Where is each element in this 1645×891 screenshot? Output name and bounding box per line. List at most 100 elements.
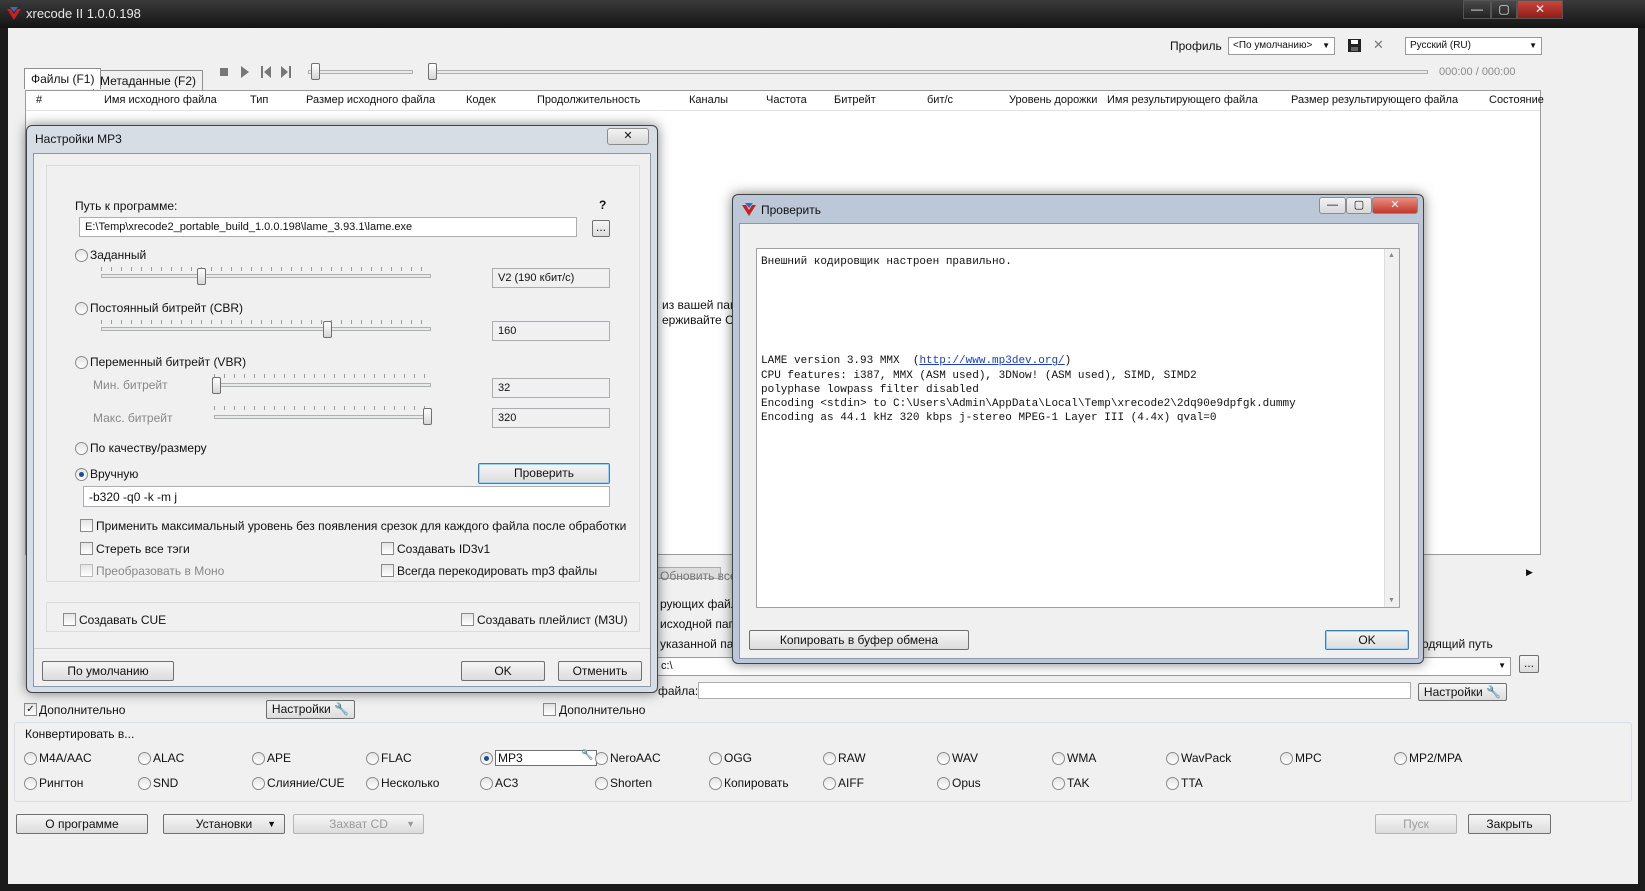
format-radio[interactable]: [366, 752, 379, 765]
program-path-input[interactable]: E:\Temp\xrecode2_portable_build_1.0.0.19…: [79, 217, 577, 237]
browse-program-button[interactable]: ...: [592, 220, 610, 237]
cbr-slider[interactable]: [101, 327, 431, 331]
format-radio[interactable]: [252, 752, 265, 765]
format-radio[interactable]: [709, 752, 722, 765]
copy-to-clipboard-button[interactable]: Копировать в буфер обмена: [749, 630, 969, 650]
col-header-channels[interactable]: Каналы: [689, 94, 728, 106]
format-radio[interactable]: [138, 777, 151, 790]
prev-icon[interactable]: [261, 66, 271, 78]
preset-radio[interactable]: [75, 249, 88, 262]
manual-radio[interactable]: [75, 468, 88, 481]
tab-files[interactable]: Файлы (F1): [24, 68, 102, 89]
play-icon[interactable]: [241, 66, 249, 78]
close-icon[interactable]: ✕: [1517, 0, 1563, 19]
vbr-max-slider-thumb[interactable]: [423, 408, 432, 425]
about-button[interactable]: О программе: [16, 814, 148, 834]
format-radio[interactable]: [1166, 777, 1179, 790]
seek-slider[interactable]: [428, 70, 1428, 74]
start-button[interactable]: Пуск: [1375, 814, 1457, 834]
save-profile-icon[interactable]: [1348, 39, 1361, 52]
col-header-result-name[interactable]: Имя результирующего файла: [1107, 94, 1258, 106]
manual-params-input[interactable]: -b320 -q0 -k -m j: [83, 486, 610, 507]
setup-button[interactable]: Установки ▼: [163, 814, 285, 834]
format-radio[interactable]: [709, 777, 722, 790]
vbr-max-slider[interactable]: [214, 415, 431, 419]
col-header-bps[interactable]: бит/с: [927, 94, 953, 106]
format-radio[interactable]: [1280, 752, 1293, 765]
close-icon[interactable]: ✕: [607, 128, 649, 145]
lame-homepage-link[interactable]: http://www.mp3dev.org/: [919, 355, 1064, 367]
col-header-frequency[interactable]: Частота: [766, 94, 807, 106]
cbr-radio[interactable]: [75, 302, 88, 315]
help-icon[interactable]: ?: [599, 198, 606, 212]
language-select[interactable]: Русский (RU) ▼: [1405, 37, 1542, 55]
scroll-up-icon[interactable]: ▲: [1388, 252, 1395, 259]
format-radio[interactable]: [1394, 752, 1407, 765]
check-button[interactable]: Проверить: [478, 463, 610, 484]
browse-output-button[interactable]: ...: [1519, 655, 1539, 673]
always-recode-checkbox[interactable]: [381, 564, 394, 577]
format-radio[interactable]: [480, 752, 493, 765]
to-mono-checkbox[interactable]: [80, 564, 93, 577]
format-radio[interactable]: [252, 777, 265, 790]
col-header-index[interactable]: #: [36, 94, 42, 106]
preset-slider[interactable]: [101, 274, 431, 278]
extra-checkbox-1[interactable]: ✓: [24, 703, 37, 716]
create-cue-checkbox[interactable]: [63, 613, 76, 626]
profile-select[interactable]: <По умолчанию> ▼: [1228, 37, 1335, 55]
scroll-down-icon[interactable]: ▼: [1388, 597, 1395, 604]
format-radio[interactable]: [24, 752, 37, 765]
format-radio[interactable]: [1052, 777, 1065, 790]
cancel-button[interactable]: Отменить: [558, 661, 642, 681]
vbr-min-slider[interactable]: [214, 383, 431, 387]
maximize-icon[interactable]: ▢: [1491, 0, 1517, 19]
col-header-bitrate[interactable]: Битрейт: [834, 94, 876, 106]
format-radio[interactable]: [823, 752, 836, 765]
format-radio[interactable]: [1166, 752, 1179, 765]
maximize-icon[interactable]: ▢: [1346, 197, 1372, 214]
tab-metadata[interactable]: Метаданные (F2): [93, 70, 203, 91]
format-radio[interactable]: [937, 752, 950, 765]
close-icon[interactable]: ✕: [1372, 197, 1418, 214]
create-id3v1-checkbox[interactable]: [381, 542, 394, 555]
format-radio[interactable]: [480, 777, 493, 790]
extra-checkbox-2[interactable]: [543, 703, 556, 716]
stop-icon[interactable]: [220, 68, 228, 76]
scroll-right-icon[interactable]: ▶: [1526, 567, 1533, 578]
volume-slider[interactable]: [308, 70, 413, 74]
cbr-slider-thumb[interactable]: [323, 321, 332, 338]
col-header-track-level[interactable]: Уровень дорожки: [1009, 94, 1097, 106]
ok-button[interactable]: OK: [461, 661, 545, 681]
col-header-type[interactable]: Тип: [250, 94, 268, 106]
col-header-state[interactable]: Состояние: [1489, 94, 1544, 106]
create-playlist-checkbox[interactable]: [461, 613, 474, 626]
format-radio[interactable]: [595, 777, 608, 790]
apply-max-level-checkbox[interactable]: [80, 519, 93, 532]
default-button[interactable]: По умолчанию: [42, 661, 174, 681]
format-radio[interactable]: [937, 777, 950, 790]
minimize-icon[interactable]: —: [1319, 197, 1346, 214]
wrench-icon[interactable]: 🔧: [581, 750, 593, 761]
ok-button[interactable]: OK: [1325, 630, 1409, 650]
minimize-icon[interactable]: —: [1463, 0, 1491, 19]
format-radio[interactable]: [24, 777, 37, 790]
close-button[interactable]: Закрыть: [1468, 814, 1551, 834]
volume-slider-thumb[interactable]: [311, 63, 320, 80]
log-scrollbar[interactable]: ▲ ▼: [1384, 249, 1399, 607]
capture-cd-button[interactable]: Захват CD ▼: [293, 814, 424, 834]
col-header-source-name[interactable]: Имя исходного файла: [104, 94, 217, 106]
file-name-field[interactable]: [698, 682, 1411, 699]
col-header-codec[interactable]: Кодек: [466, 94, 496, 106]
seek-slider-thumb[interactable]: [428, 63, 437, 80]
quality-radio[interactable]: [75, 442, 88, 455]
format-radio[interactable]: [1052, 752, 1065, 765]
delete-profile-icon[interactable]: ✕: [1373, 37, 1384, 53]
refresh-all-button[interactable]: Обновить все: [660, 569, 737, 583]
title-bar[interactable]: xrecode II 1.0.0.198 — ▢ ✕: [0, 0, 1645, 28]
format-radio[interactable]: [366, 777, 379, 790]
col-header-source-size[interactable]: Размер исходного файла: [306, 94, 435, 106]
col-header-result-size[interactable]: Размер результирующего файла: [1291, 94, 1458, 106]
format-radio[interactable]: [823, 777, 836, 790]
erase-tags-checkbox[interactable]: [80, 542, 93, 555]
settings-button-1[interactable]: Настройки 🔧: [266, 700, 355, 719]
